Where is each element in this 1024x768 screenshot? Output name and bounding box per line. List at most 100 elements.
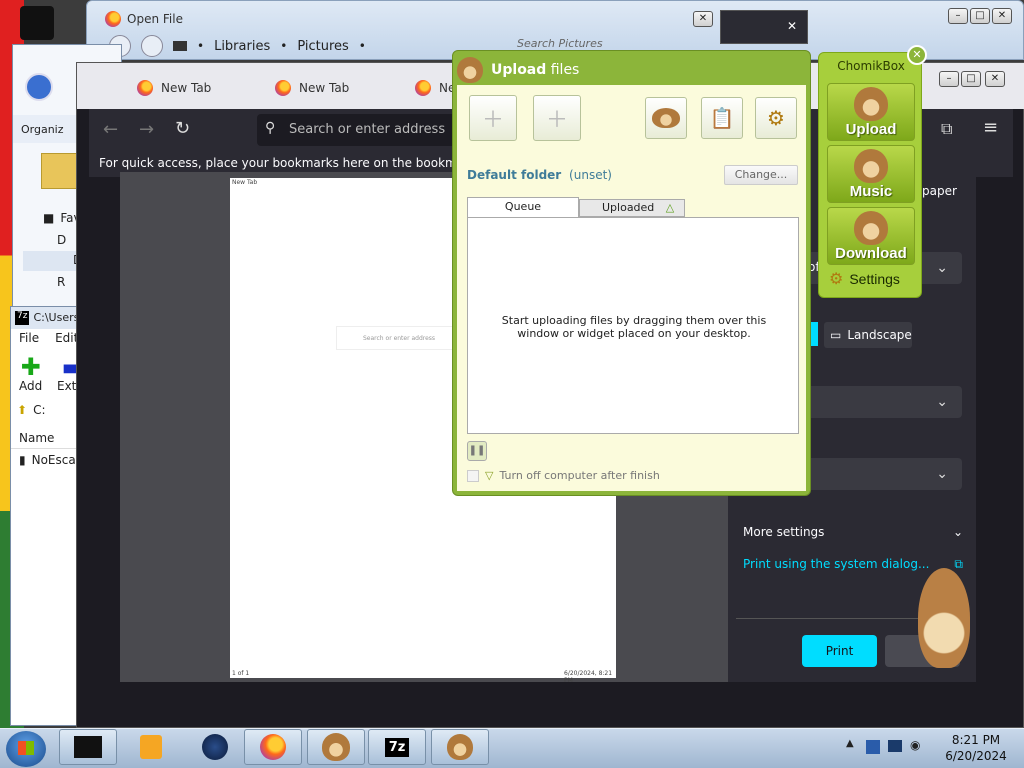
tab-queue[interactable]: Queue xyxy=(467,197,579,217)
close-icon[interactable]: ✕ xyxy=(787,19,797,33)
reload-icon[interactable]: ↻ xyxy=(175,118,190,139)
print-button[interactable]: Print xyxy=(802,635,877,667)
organize-label: Organiz xyxy=(21,123,64,136)
tab-queue-label: Queue xyxy=(504,200,542,213)
desktop-icon[interactable] xyxy=(20,6,54,40)
cmd-window-icon xyxy=(74,736,102,758)
more-settings-label: More settings xyxy=(743,525,825,539)
pause-button[interactable]: ❚❚ xyxy=(467,441,487,461)
volume-icon[interactable]: ◉ xyxy=(910,738,920,752)
clipboard-button[interactable]: 📋 xyxy=(701,97,743,139)
upload-widget-button[interactable]: Upload xyxy=(827,83,915,141)
taskbar-cmd[interactable] xyxy=(59,729,117,765)
portrait-toggle[interactable] xyxy=(810,322,818,346)
add-file-button[interactable]: ＋ xyxy=(469,95,517,141)
taskbar-media-player[interactable] xyxy=(122,729,180,765)
preview-footer-right-text: 6/20/2024, 8:21 PM xyxy=(564,670,613,684)
open-file-titlebar: Open File xyxy=(105,11,183,27)
start-button[interactable] xyxy=(6,731,46,767)
breadcrumb-separator: • xyxy=(358,39,366,53)
settings-widget-button[interactable]: ⚙ Settings xyxy=(829,269,900,289)
landscape-icon: ▭ xyxy=(830,328,842,342)
clock-time: 8:21 PM xyxy=(951,733,1001,747)
margins-select[interactable]: ⌄ xyxy=(804,386,962,418)
more-settings-toggle[interactable]: More settings ⌄ xyxy=(743,525,963,539)
hamster-button[interactable] xyxy=(645,97,687,139)
secondary-dark-window: ✕ xyxy=(720,10,808,44)
default-folder-label: Default folder xyxy=(467,168,562,182)
settings-button[interactable]: ⚙ xyxy=(755,97,797,139)
taskbar-chomikbox-upload[interactable] xyxy=(431,729,489,765)
firefox-icon xyxy=(260,734,286,760)
turn-off-checkbox[interactable] xyxy=(467,469,479,482)
extensions-icon[interactable]: ⧉ xyxy=(941,119,952,139)
bookmarks-hint: For quick access, place your bookmarks h… xyxy=(99,156,506,170)
taskbar-circle-app[interactable] xyxy=(186,729,244,765)
media-player-icon xyxy=(140,735,162,759)
open-file-close-button[interactable]: ✕ xyxy=(693,11,713,27)
hamster-music-icon xyxy=(854,149,888,183)
turn-off-row: ▽ Turn off computer after finish xyxy=(467,469,660,482)
tab-new-1[interactable]: New Tab xyxy=(137,71,211,105)
breadcrumb-libraries[interactable]: Libraries xyxy=(214,39,270,54)
hamster-icon xyxy=(918,568,970,668)
add-folder-button[interactable]: ＋ xyxy=(533,95,581,141)
breadcrumb-pictures[interactable]: Pictures xyxy=(297,39,348,54)
network-icon[interactable] xyxy=(888,740,902,752)
seven-zip-pathbar[interactable]: ⬆ C: xyxy=(17,403,45,417)
chomikbox-title-text: ChomikBox xyxy=(837,59,905,73)
queue-list[interactable]: Start uploading files by dragging them o… xyxy=(467,217,799,434)
maximize-button[interactable]: □ xyxy=(970,8,990,24)
hamster-widget[interactable] xyxy=(914,568,972,668)
upload-dialog: Upload files ＋ ＋ 📋 ⚙ Default folder (uns… xyxy=(452,50,811,496)
tree-item[interactable]: R xyxy=(57,275,65,289)
firefox-icon xyxy=(137,80,153,96)
clock[interactable]: 8:21 PM 6/20/2024 xyxy=(936,732,1016,764)
music-widget-button[interactable]: Music xyxy=(827,145,915,203)
back-icon[interactable] xyxy=(25,73,53,101)
taskbar-firefox[interactable] xyxy=(244,729,302,765)
taskbar-chomikbox[interactable] xyxy=(307,729,365,765)
firefox-maximize-button[interactable]: □ xyxy=(961,71,981,87)
landscape-toggle[interactable]: ▭ Landscape xyxy=(824,322,912,348)
forward-arrow-icon[interactable]: → xyxy=(139,119,154,140)
breadcrumb-separator: • xyxy=(197,39,205,53)
tree-item[interactable]: D xyxy=(57,233,66,247)
system-dialog-label: Print using the system dialog... xyxy=(743,557,930,571)
seven-zip-menubar: File Edit xyxy=(19,331,78,345)
breadcrumb-separator: • xyxy=(280,39,288,53)
minimize-button[interactable]: – xyxy=(948,8,968,24)
menu-file[interactable]: File xyxy=(19,331,39,345)
firefox-close-button[interactable]: ✕ xyxy=(985,71,1005,87)
tab-uploaded[interactable]: Uploaded △ xyxy=(579,199,685,217)
windows-logo-icon xyxy=(18,741,34,755)
taskbar-7zip[interactable]: 7z xyxy=(368,729,426,765)
download-widget-button[interactable]: Download xyxy=(827,207,915,265)
scale-select[interactable]: ⌄ xyxy=(804,458,962,490)
back-arrow-icon[interactable]: ← xyxy=(103,119,118,140)
close-button[interactable]: ✕ xyxy=(992,8,1012,24)
change-button[interactable]: Change... xyxy=(724,165,798,185)
upload-title: Upload files xyxy=(491,62,579,78)
add-button[interactable]: ✚ Add xyxy=(19,355,42,393)
tab-new-3[interactable]: Ne xyxy=(415,71,455,105)
address-bar[interactable]: ⚲ Search or enter address xyxy=(257,114,467,146)
tree-item-label: D xyxy=(57,233,67,247)
tray-app-icon[interactable] xyxy=(866,740,880,754)
add-file-icon: ＋ xyxy=(481,108,504,133)
firefox-minimize-button[interactable]: – xyxy=(939,71,959,87)
menu-edit[interactable]: Edit xyxy=(55,331,78,345)
favorites-item[interactable]: ■ Fav xyxy=(43,211,81,225)
tray-overflow-icon[interactable]: ▲ xyxy=(846,738,854,749)
hamster-icon xyxy=(652,108,680,128)
tab-new-2[interactable]: New Tab xyxy=(275,71,349,105)
forward-icon[interactable] xyxy=(141,35,163,57)
menu-icon[interactable]: ≡ xyxy=(983,117,998,138)
7zip-icon: 7z xyxy=(15,311,30,325)
paper-fragment-text: paper xyxy=(922,184,957,198)
tab-label: New Tab xyxy=(161,81,212,95)
up-folder-icon[interactable]: ⬆ xyxy=(17,403,27,417)
file-row[interactable]: ▮ NoEscap xyxy=(19,453,83,467)
open-file-title: Open File xyxy=(127,12,183,26)
tab-uploaded-label: Uploaded xyxy=(602,201,655,214)
